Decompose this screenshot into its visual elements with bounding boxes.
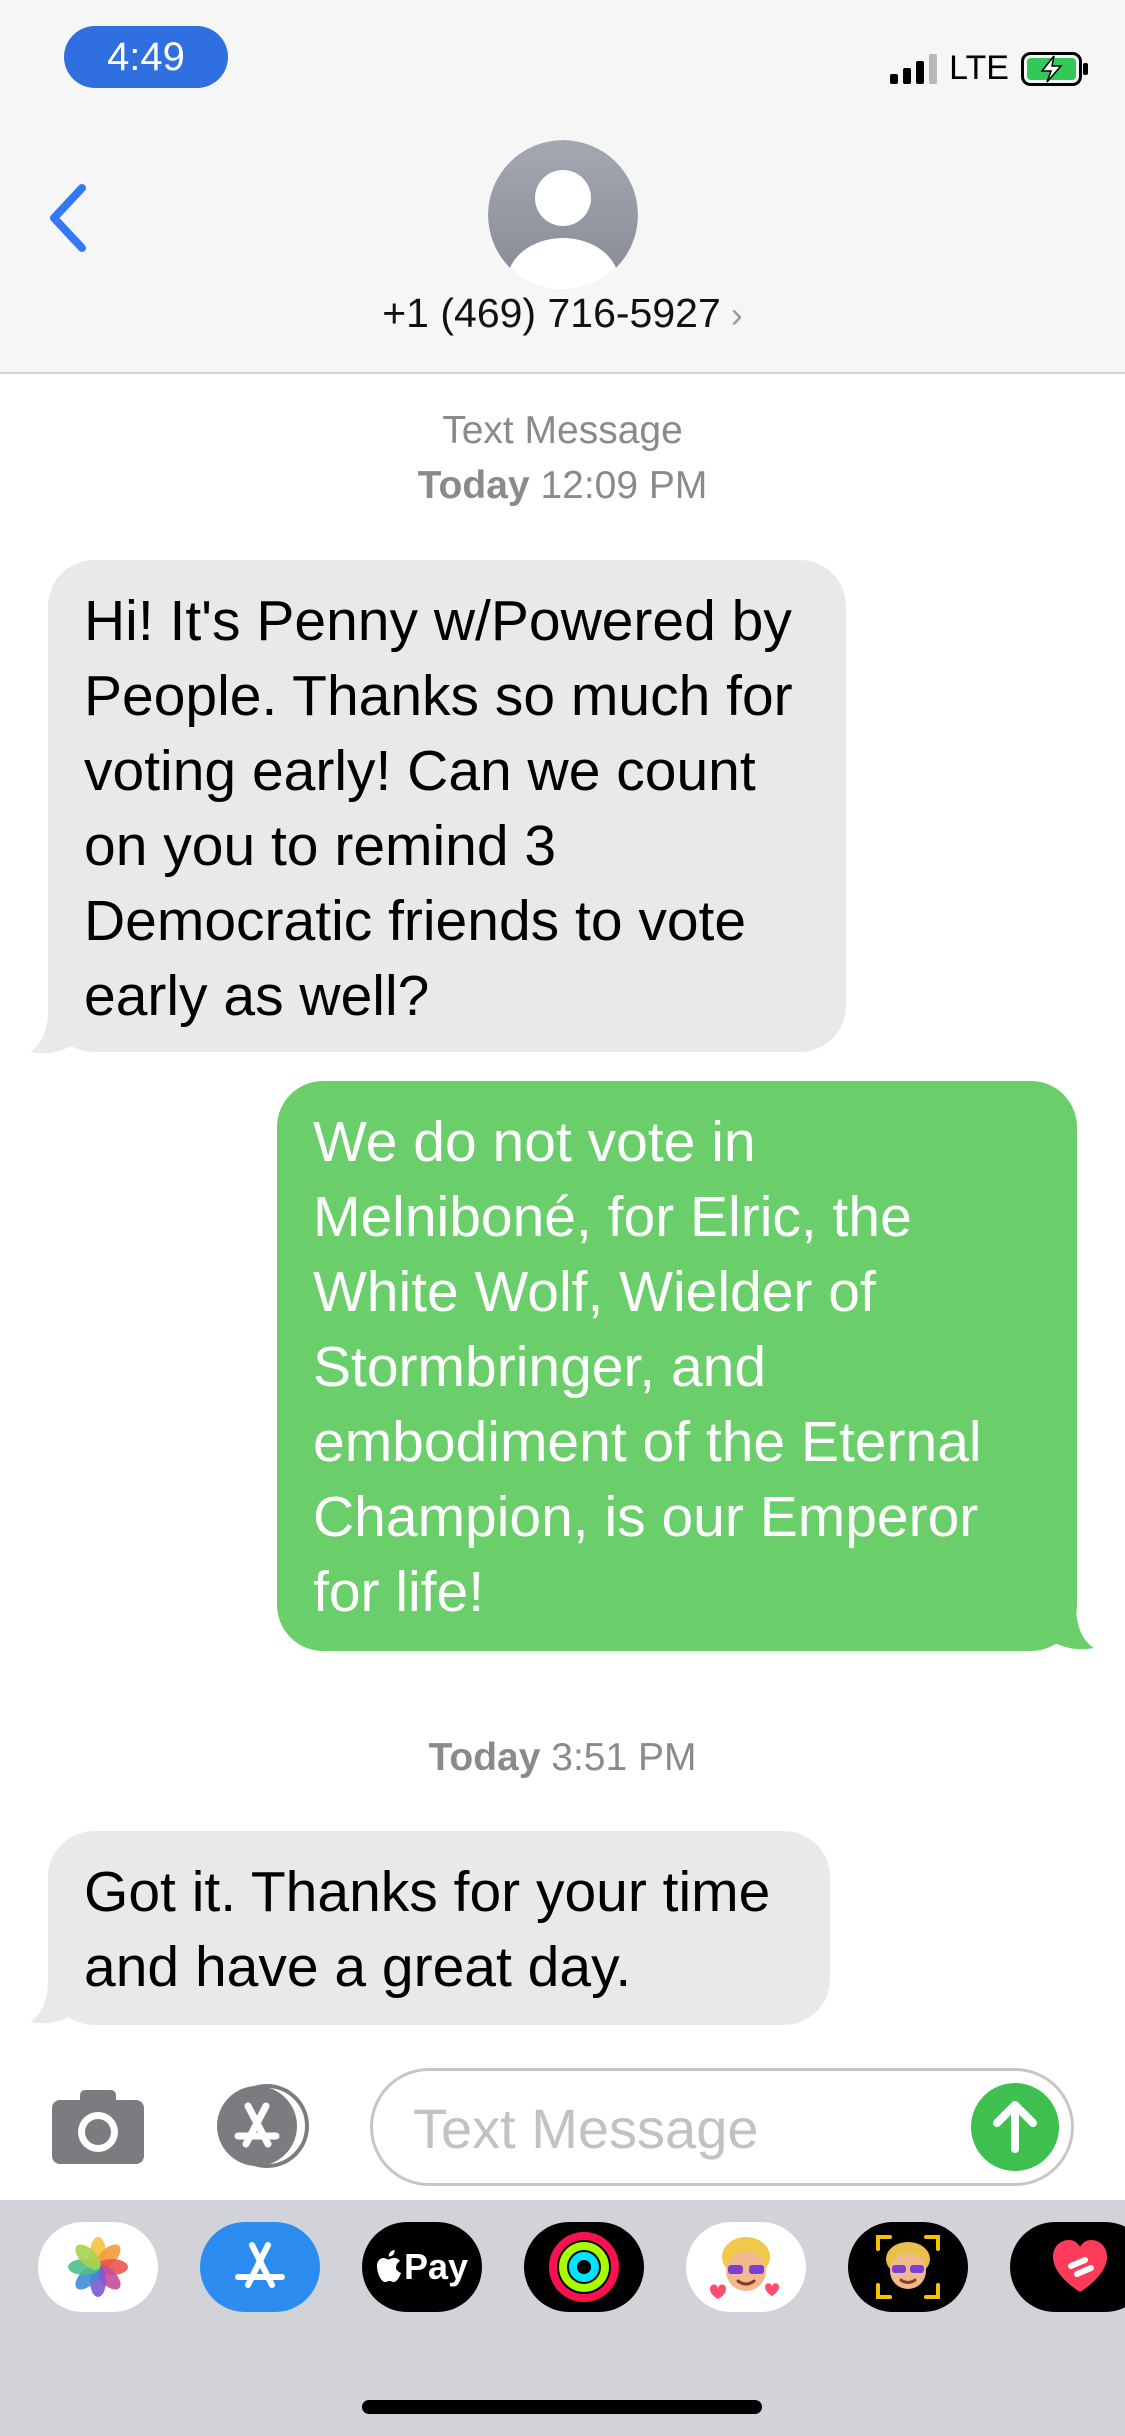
outgoing-message[interactable]: We do not vote in Melniboné, for Elric, …	[277, 1081, 1077, 1651]
timestamp-day: Today	[428, 1736, 541, 1779]
chevron-left-icon	[50, 184, 86, 252]
back-button[interactable]	[40, 178, 100, 258]
network-type: LTE	[949, 48, 1009, 87]
status-time[interactable]: 4:49	[64, 26, 228, 88]
incoming-message[interactable]: Hi! It's Penny w/Powered by People. Than…	[48, 560, 846, 1052]
chevron-right-icon: ›	[730, 294, 743, 335]
cellular-signal-icon	[890, 52, 938, 84]
send-button[interactable]	[971, 2083, 1059, 2171]
animoji-button[interactable]	[848, 2222, 968, 2312]
battery-charging-icon	[1021, 52, 1088, 86]
arrow-up-icon	[993, 2101, 1037, 2153]
camera-button[interactable]	[50, 2086, 146, 2166]
service-label: Text Message	[442, 409, 683, 452]
apple-pay-label: Pay	[403, 2246, 469, 2287]
status-indicators: LTE	[890, 48, 1088, 88]
contact-name-button[interactable]: +1 (469) 716-5927 ›	[0, 290, 1125, 337]
person-icon	[488, 140, 638, 290]
digital-touch-heart-icon	[1053, 2240, 1107, 2292]
contact-avatar[interactable]	[488, 140, 638, 290]
activity-rings-icon	[549, 2232, 619, 2302]
memoji-icon	[710, 2237, 779, 2299]
timestamp-1: Today 12:09 PM	[0, 459, 1125, 513]
digital-touch-button[interactable]	[1010, 2222, 1125, 2312]
animoji-icon	[876, 2235, 940, 2299]
memoji-stickers-button[interactable]	[686, 2222, 806, 2312]
conversation-header: 4:49 LTE +1 (469) 716-5927 ›	[0, 0, 1125, 374]
timestamp-2: Today 3:51 PM	[0, 1731, 1125, 1785]
timestamp-time: 3:51 PM	[551, 1736, 697, 1779]
app-store-icon	[217, 2084, 309, 2168]
activity-button[interactable]	[524, 2222, 644, 2312]
app-store-icon	[235, 2242, 285, 2288]
app-store-button[interactable]	[200, 2222, 320, 2312]
message-composer[interactable]	[370, 2068, 1074, 2186]
contact-number: +1 (469) 716-5927	[382, 290, 721, 336]
incoming-message[interactable]: Got it. Thanks for your time and have a …	[48, 1831, 830, 2025]
apple-pay-button[interactable]: Pay	[362, 2222, 482, 2312]
message-input[interactable]	[411, 2091, 975, 2165]
app-drawer-button[interactable]	[210, 2082, 320, 2172]
apple-logo-icon	[376, 2250, 401, 2282]
timestamp-time: 12:09 PM	[540, 464, 708, 507]
photos-icon	[68, 2237, 128, 2297]
camera-icon	[52, 2090, 144, 2164]
photos-app-button[interactable]	[38, 2222, 158, 2312]
timestamp-day: Today	[417, 464, 530, 507]
home-indicator[interactable]	[362, 2400, 762, 2414]
